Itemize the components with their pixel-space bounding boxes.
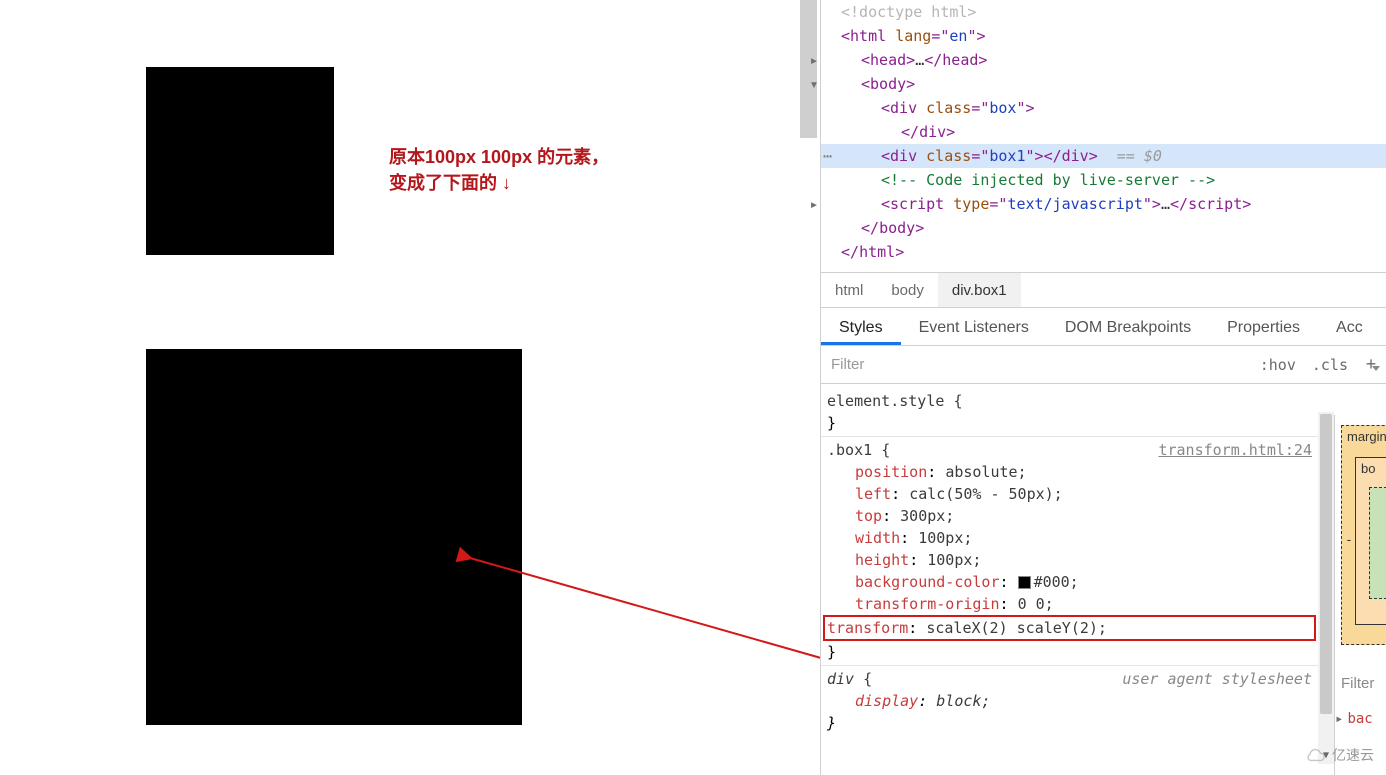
elements-dom-tree[interactable]: <!doctype html> <html lang="en"> ▸ <head…: [821, 0, 1386, 272]
watermark-text: 亿速云: [1332, 745, 1374, 765]
box-model-tick: -: [1345, 533, 1353, 548]
page-preview: 原本100px 100px 的元素， 变成了下面的 ↓: [0, 0, 820, 775]
decl-transform-origin[interactable]: transform-origin: 0 0;: [827, 593, 1312, 615]
styles-filter-input[interactable]: [821, 356, 1252, 373]
dom-html-open[interactable]: <html lang="en">: [821, 24, 1386, 48]
hover-toggle[interactable]: :hov: [1252, 356, 1304, 374]
decl-background-color[interactable]: background-color: #000;: [827, 571, 1312, 593]
ellipsis-icon[interactable]: ⋯: [823, 144, 832, 168]
styles-filter-bar: :hov .cls +: [821, 346, 1386, 384]
crumb-body[interactable]: body: [877, 273, 938, 307]
box-model-padding[interactable]: [1369, 487, 1386, 599]
dom-doctype[interactable]: <!doctype html>: [821, 0, 1386, 24]
rule-ua-div[interactable]: user agent stylesheet div {: [827, 668, 1312, 690]
rule-source-link[interactable]: transform.html:24: [1158, 439, 1312, 461]
dom-head[interactable]: ▸ <head>…</head>: [821, 48, 1386, 72]
crumb-box1[interactable]: div.box1: [938, 273, 1021, 307]
scrollbar-thumb[interactable]: [1320, 414, 1332, 714]
decl-width[interactable]: width: 100px;: [827, 527, 1312, 549]
box-scaled: [146, 349, 522, 725]
dom-body-open[interactable]: ▾ <body>: [821, 72, 1386, 96]
devtools-panel: <!doctype html> <html lang="en"> ▸ <head…: [820, 0, 1386, 775]
box-model-border-label: bo: [1361, 461, 1375, 476]
tab-event-listeners[interactable]: Event Listeners: [901, 311, 1047, 345]
annotation-line1: 原本100px 100px 的元素，: [389, 147, 609, 167]
expand-icon[interactable]: ▸: [1335, 711, 1343, 727]
collapse-icon[interactable]: ▾: [807, 72, 821, 96]
rule-source-ua: user agent stylesheet: [1122, 668, 1312, 690]
dom-div-box-open[interactable]: <div class="box">: [821, 96, 1386, 120]
dom-div-box1-selected[interactable]: ⋯ <div class="box1"></div> == $0: [821, 144, 1386, 168]
computed-panel: margin bo - Filter ▸bac: [1334, 415, 1386, 775]
cloud-icon: [1304, 747, 1326, 763]
watermark: 亿速云: [1304, 745, 1374, 765]
styles-rules-column: element.style { } transform.html:24 .box…: [821, 384, 1318, 744]
decl-height[interactable]: height: 100px;: [827, 549, 1312, 571]
decl-transform[interactable]: transform: scaleX(2) scaleY(2);: [823, 615, 1316, 641]
tab-accessibility[interactable]: Acc: [1318, 311, 1381, 345]
computed-filter-label[interactable]: Filter: [1341, 675, 1374, 692]
expand-icon[interactable]: ▸: [807, 192, 821, 216]
dom-script[interactable]: ▸ <script type="text/javascript">…</scri…: [821, 192, 1386, 216]
expand-icon[interactable]: ▸: [807, 48, 821, 72]
annotation-line2: 变成了下面的 ↓: [389, 173, 511, 193]
decl-top[interactable]: top: 300px;: [827, 505, 1312, 527]
cls-toggle[interactable]: .cls: [1304, 356, 1356, 374]
color-swatch[interactable]: [1018, 576, 1031, 589]
dollar0-indicator: == $0: [1117, 147, 1162, 165]
dom-div-box-close[interactable]: </div>: [821, 120, 1386, 144]
tab-styles[interactable]: Styles: [821, 311, 901, 345]
styles-subtabs: Styles Event Listeners DOM Breakpoints P…: [821, 308, 1386, 346]
tab-dom-breakpoints[interactable]: DOM Breakpoints: [1047, 311, 1209, 345]
crumb-html[interactable]: html: [821, 273, 877, 307]
box-model-margin-label: margin: [1347, 429, 1386, 444]
dom-comment[interactable]: <!-- Code injected by live-server -->: [821, 168, 1386, 192]
new-style-rule-button[interactable]: +: [1356, 354, 1386, 375]
box-original: [146, 67, 334, 255]
dom-body-close[interactable]: </body>: [821, 216, 1386, 240]
breadcrumb: html body div.box1: [821, 272, 1386, 308]
decl-left[interactable]: left: calc(50% - 50px);: [827, 483, 1312, 505]
computed-first-row[interactable]: ▸bac: [1335, 711, 1373, 727]
tab-properties[interactable]: Properties: [1209, 311, 1318, 345]
decl-display[interactable]: display: block;: [827, 690, 1312, 712]
annotation-text: 原本100px 100px 的元素， 变成了下面的 ↓: [389, 144, 609, 196]
styles-rules[interactable]: element.style { } transform.html:24 .box…: [821, 384, 1318, 744]
rule-element-style[interactable]: element.style {: [827, 390, 1312, 412]
decl-position[interactable]: position: absolute;: [827, 461, 1312, 483]
dom-html-close[interactable]: </html>: [821, 240, 1386, 264]
rule-box1[interactable]: transform.html:24 .box1 {: [827, 439, 1312, 461]
styles-scrollbar[interactable]: ▲ ▼: [1318, 412, 1334, 764]
